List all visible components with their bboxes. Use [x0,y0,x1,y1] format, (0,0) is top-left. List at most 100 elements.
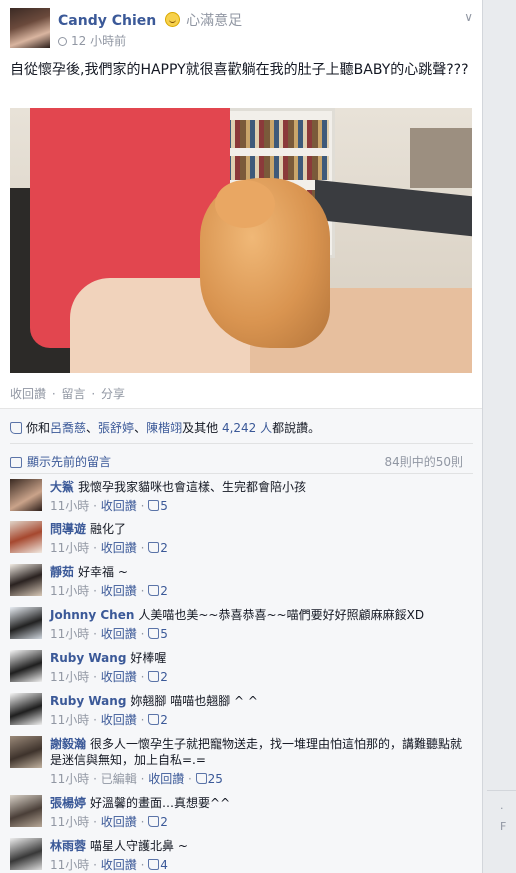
photo-books [216,120,329,148]
clock-icon [58,37,67,46]
commenter-avatar[interactable] [10,838,42,870]
action-separator: · [91,387,96,401]
author-avatar[interactable] [10,8,50,48]
comment-text: 很多人一懷孕生子就把寵物送走，找一堆理由怕這怕那的，講難聽點就是迷信與無知，加上… [50,737,463,767]
likes-joiner: 、 [86,421,99,435]
comment-edited[interactable]: 已編輯 [101,772,137,786]
commenter-name[interactable]: Ruby Wang [50,694,126,708]
liker-name[interactable]: 呂喬慈 [50,421,86,435]
thumbs-up-icon [195,773,207,784]
comment-time[interactable]: 11小時 [50,670,89,684]
comment-time[interactable]: 11小時 [50,499,89,513]
chevron-down-icon[interactable]: ∨ [464,10,473,24]
comment-unlike-link[interactable]: 收回讚 [101,713,137,727]
author-name[interactable]: Candy Chien [58,13,156,29]
comment-meta: 11小時 · 收回讚 · 2 [50,584,168,598]
post-timestamp[interactable]: 12 小時前 [71,34,126,48]
smiley-icon [164,12,180,27]
comment-unlike-link[interactable]: 收回讚 [101,670,137,684]
action-separator: · [51,387,56,401]
comment-time[interactable]: 11小時 [50,858,89,872]
thumbs-up-icon [148,671,160,682]
comment-body: 問導遊 融化了 11小時 · 收回讚 · 2 [50,521,473,556]
comments-section: 你和呂喬慈、張舒婷、陳楷翊及其他 4,242 人都說讚。 顯示先前的留言 84則… [0,408,482,873]
comment-link[interactable]: 留言 [62,387,86,401]
likes-prefix: 你和 [26,421,51,435]
comment-unlike-link[interactable]: 收回讚 [101,815,137,829]
likes-suffix: 都說讚。 [272,421,321,435]
commenter-name[interactable]: 靜茹 [50,565,74,579]
comment-body: 謝毅瀚 很多人一懷孕生子就把寵物送走，找一堆理由怕這怕那的，講難聽點就是迷信與無知… [50,736,473,787]
thumbs-up-icon [148,585,160,596]
sidebar-fragment-line: F [500,820,507,833]
comment-like-count[interactable]: 2 [160,713,168,727]
thumbs-up-icon [148,859,160,870]
comment-meta: 11小時 · 收回讚 · 5 [50,627,168,641]
thumbs-up-icon [148,542,160,553]
divider [10,473,473,474]
comment-text: 人美喵也美~~恭喜恭喜~~喵們要好好照顧麻麻餒XD [138,608,425,622]
comment-unlike-link[interactable]: 收回讚 [148,772,184,786]
comment-meta: 11小時 · 收回讚 · 2 [50,670,168,684]
likes-joiner: 、 [134,421,147,435]
post-card: Candy Chien 心滿意足 12 小時前 ∨ 自從懷孕後,我們家的HAPP… [0,0,483,873]
post-photo[interactable] [10,108,472,373]
comment-time[interactable]: 11小時 [50,713,89,727]
comment-unlike-link[interactable]: 收回讚 [101,627,137,641]
photo-cat-head [215,180,275,228]
photo-lamp [410,128,472,188]
commenter-avatar[interactable] [10,479,42,511]
comment-text: 我懷孕我家貓咪也會這樣、生完都會陪小孩 [78,480,307,494]
commenter-avatar[interactable] [10,693,42,725]
commenter-name[interactable]: Johnny Chen [50,608,134,622]
commenter-name[interactable]: 問導遊 [50,522,86,536]
comment-meta: 11小時 · 收回讚 · 4 [50,858,168,872]
view-previous-comments-link[interactable]: 顯示先前的留言 [27,455,111,469]
comment-text: 好棒喔 [130,651,167,665]
thumbs-up-icon [148,714,160,725]
liker-name[interactable]: 陳楷翊 [146,421,182,435]
likes-count[interactable]: 4,242 人 [222,421,272,435]
comment-like-count[interactable]: 5 [160,627,168,641]
commenter-avatar[interactable] [10,736,42,768]
share-link[interactable]: 分享 [101,387,125,401]
commenter-avatar[interactable] [10,795,42,827]
unlike-link[interactable]: 收回讚 [10,387,46,401]
commenter-name[interactable]: 大鯊 [50,480,74,494]
commenter-name[interactable]: Ruby Wang [50,651,126,665]
comment-unlike-link[interactable]: 收回讚 [101,499,137,513]
comment-body: 林雨蓉 喵星人守護北鼻 ~ 11小時 · 收回讚 · 4 [50,838,473,873]
comment-like-count[interactable]: 2 [160,815,168,829]
comment-time[interactable]: 11小時 [50,815,89,829]
comment-like-count[interactable]: 25 [208,772,223,786]
commenter-avatar[interactable] [10,650,42,682]
comment-like-count[interactable]: 2 [160,541,168,555]
photo-books [216,156,329,180]
comment-unlike-link[interactable]: 收回讚 [101,541,137,555]
commenter-name[interactable]: 張楊婷 [50,796,86,810]
liker-name[interactable]: 張舒婷 [98,421,134,435]
comment-like-count[interactable]: 4 [160,858,168,872]
comment-unlike-link[interactable]: 收回讚 [101,858,137,872]
comment-time[interactable]: 11小時 [50,584,89,598]
commenter-name[interactable]: 謝毅瀚 [50,737,86,751]
comment-like-count[interactable]: 2 [160,670,168,684]
comment-meta: 11小時 · 收回讚 · 2 [50,713,168,727]
comment-time[interactable]: 11小時 [50,627,89,641]
comment-meta: 11小時 · 收回讚 · 2 [50,541,168,555]
comment-unlike-link[interactable]: 收回讚 [101,584,137,598]
commenter-name[interactable]: 林雨蓉 [50,839,86,853]
comment-like-count[interactable]: 2 [160,584,168,598]
thumbs-up-icon [148,628,160,639]
likes-summary: 你和呂喬慈、張舒婷、陳楷翊及其他 4,242 人都說讚。 [10,419,475,436]
comment-meta: 11小時 · 收回讚 · 2 [50,815,168,829]
comment-like-count[interactable]: 5 [160,499,168,513]
commenter-avatar[interactable] [10,564,42,596]
commenter-avatar[interactable] [10,521,42,553]
commenter-avatar[interactable] [10,607,42,639]
comment-time[interactable]: 11小時 [50,772,89,786]
comment-time[interactable]: 11小時 [50,541,89,555]
post-actions: 收回讚 · 留言 · 分享 [10,385,125,402]
sidebar-fragment-line: · [500,802,504,815]
thumbs-up-icon [148,500,160,511]
